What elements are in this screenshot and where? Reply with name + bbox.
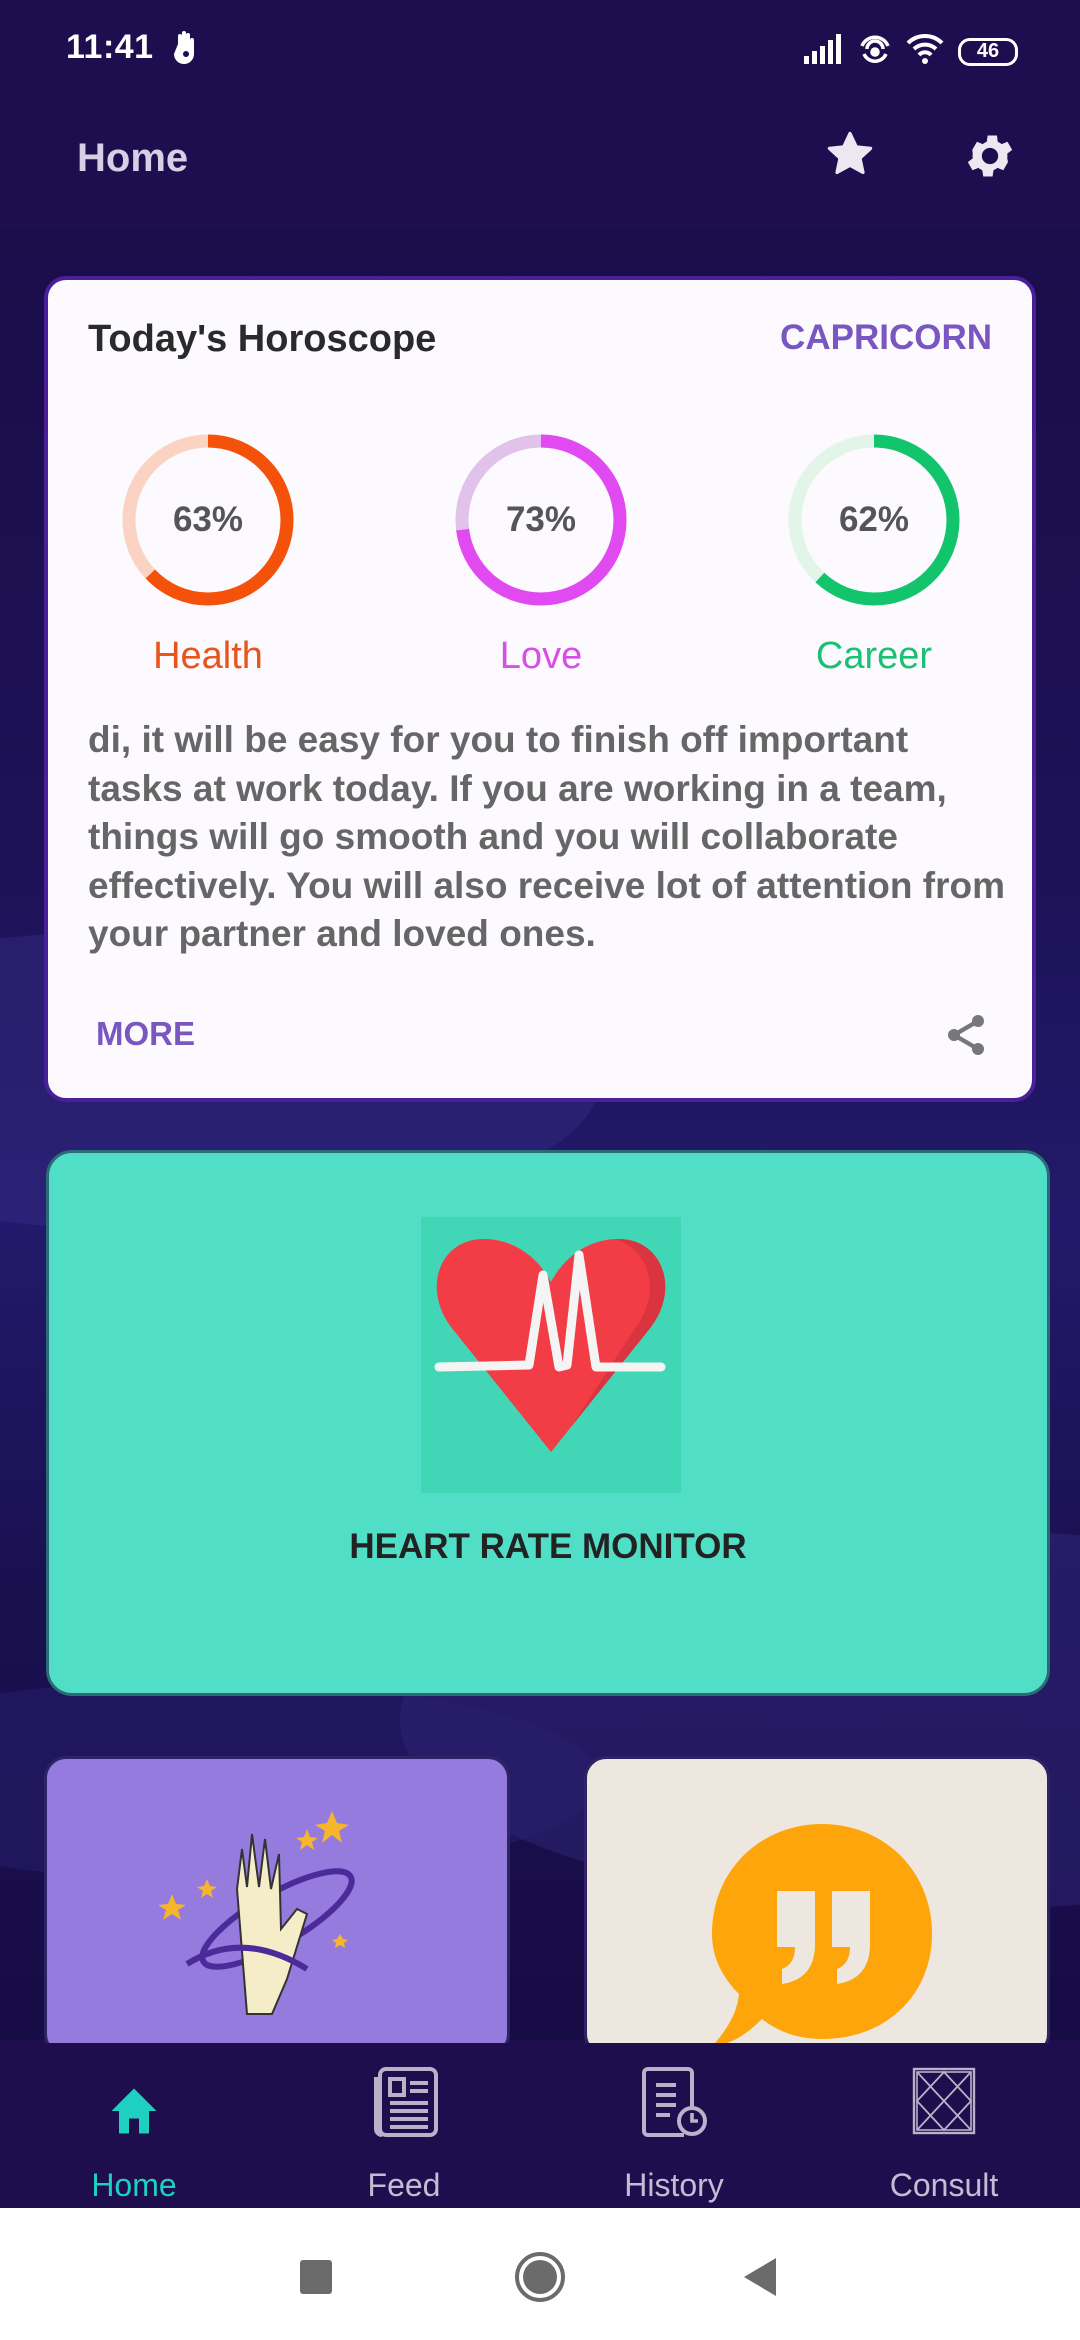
nav-item-feed[interactable]: Feed (304, 2067, 504, 2203)
horoscope-title: Today's Horoscope (88, 318, 437, 360)
nav-label-consult: Consult (889, 2167, 999, 2203)
horoscope-description: di, it will be easy for you to finish of… (88, 719, 1005, 954)
nav-item-consult[interactable]: Consult (844, 2067, 1044, 2203)
nav-label-home: Home (91, 2167, 177, 2203)
quotes-card[interactable] (584, 1756, 1050, 2056)
settings-gear-icon[interactable] (962, 128, 1018, 189)
recents-button[interactable] (300, 2260, 332, 2294)
status-bar: 11:41 46 (0, 0, 1080, 100)
love-value: 73% (505, 500, 577, 539)
palm-reading-card[interactable] (44, 1756, 510, 2056)
home-icon (104, 2088, 164, 2145)
horoscope-card[interactable]: Today's Horoscope CAPRICORN 63% Health 7… (44, 276, 1036, 1102)
system-navigation-bar (0, 2208, 1080, 2340)
hotspot-icon (858, 32, 892, 71)
more-button[interactable]: MORE (96, 1015, 195, 1053)
heart-rate-monitor-label: HEART RATE MONITOR (349, 1527, 747, 1566)
career-meter: 62% (786, 432, 962, 608)
career-label: Career (815, 635, 933, 677)
home-system-button-dot (523, 2260, 557, 2294)
wifi-icon (906, 33, 944, 70)
newspaper-icon (370, 2067, 438, 2141)
kundli-chart-icon (912, 2067, 976, 2139)
nav-label-history: History (624, 2167, 724, 2203)
app-bar: Home (0, 100, 1080, 230)
career-value: 62% (838, 500, 910, 539)
star-icon[interactable] (824, 128, 876, 185)
love-meter: 73% (453, 432, 629, 608)
home-system-button[interactable] (515, 2252, 565, 2302)
status-time: 11:41 (66, 28, 154, 66)
heart-rate-monitor-card[interactable]: HEART RATE MONITOR (46, 1150, 1050, 1696)
battery-indicator: 46 (958, 37, 1018, 66)
zodiac-sign-link[interactable]: CAPRICORN (780, 318, 992, 358)
signal-icon (804, 34, 844, 69)
back-button[interactable] (744, 2258, 776, 2296)
bottom-navigation: Home Feed History Consult (0, 2043, 1080, 2208)
love-label: Love (499, 635, 583, 677)
nav-label-feed: Feed (367, 2167, 441, 2203)
heart-pulse-icon (421, 1217, 681, 1493)
page-title: Home (77, 136, 189, 180)
share-icon[interactable] (942, 1010, 990, 1065)
palm-reading-icon (147, 1799, 407, 2044)
nav-item-home[interactable]: Home (34, 2067, 234, 2203)
nav-item-history[interactable]: History (574, 2067, 774, 2203)
quote-bubble-icon (707, 1819, 937, 2053)
gesture-hand-icon (174, 30, 198, 71)
history-document-icon (640, 2067, 708, 2141)
health-label: Health (153, 635, 263, 677)
health-meter: 63% (120, 432, 296, 608)
health-value: 63% (172, 500, 244, 539)
